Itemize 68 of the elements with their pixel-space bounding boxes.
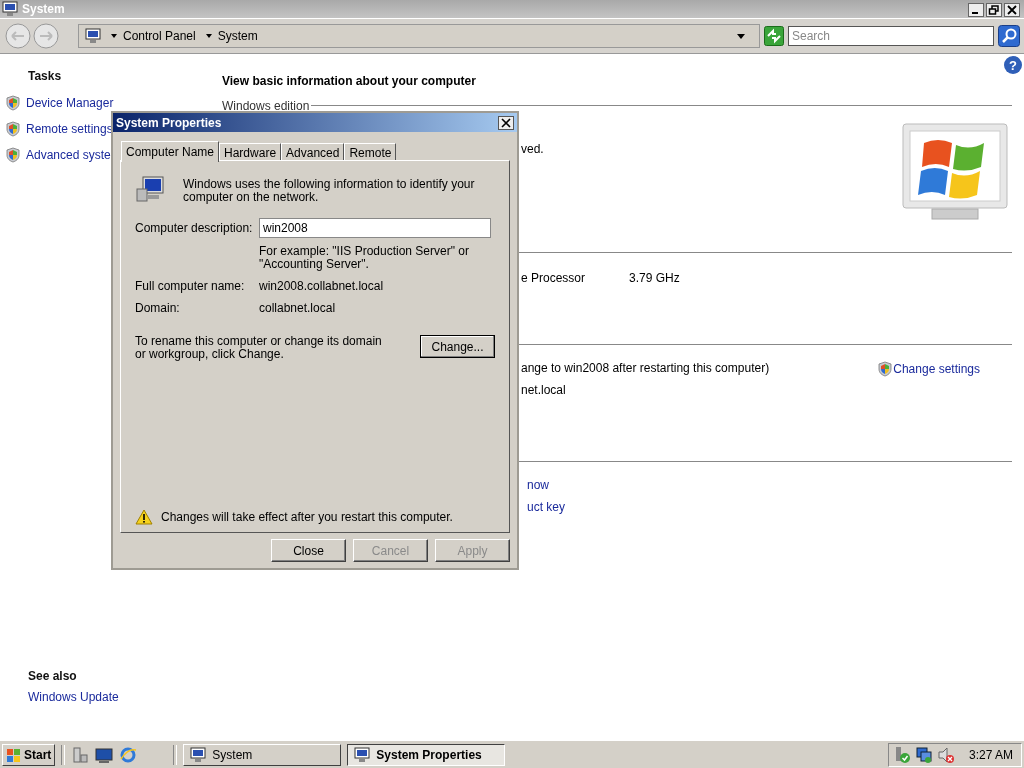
- info-text: net.local: [521, 383, 566, 397]
- intro-text: Windows uses the following information to identify your computer on the network.: [183, 176, 476, 204]
- computer-icon: [2, 1, 18, 17]
- info-text: ved.: [521, 142, 544, 156]
- refresh-icon[interactable]: [764, 26, 784, 46]
- computer-icon: [354, 746, 371, 763]
- close-icon[interactable]: [498, 115, 514, 130]
- action-link[interactable]: now: [527, 478, 549, 492]
- see-also-heading: See also: [28, 669, 78, 683]
- field-label: Full computer name:: [135, 279, 246, 293]
- windows-flag-icon: [6, 746, 22, 763]
- shield-icon: [878, 361, 893, 377]
- tasks-heading: Tasks: [28, 69, 63, 83]
- taskbar-button[interactable]: System Properties: [347, 743, 506, 766]
- search-icon[interactable]: [998, 25, 1020, 47]
- computer-icon: [190, 746, 207, 763]
- breadcrumb[interactable]: System: [203, 29, 258, 43]
- computer-icon: [135, 175, 165, 203]
- window-title: System: [22, 2, 65, 16]
- dropdown-arrow-icon[interactable]: [737, 33, 745, 39]
- desktop-icon[interactable]: [95, 745, 114, 764]
- browser-icon[interactable]: [119, 745, 138, 764]
- section-title: Windows edition: [222, 98, 311, 113]
- server-icon[interactable]: [71, 745, 90, 764]
- page-heading: View basic information about your computer: [222, 74, 477, 88]
- tab[interactable]: Computer Name: [121, 141, 220, 162]
- restore-icon[interactable]: [986, 2, 1002, 17]
- dialog-title: System Properties: [116, 115, 223, 130]
- search-field[interactable]: Search: [788, 26, 994, 46]
- info-value: 3.79 GHz: [629, 271, 680, 285]
- change-button[interactable]: Change...: [420, 335, 495, 358]
- breadcrumb[interactable]: Control Panel: [109, 29, 196, 43]
- tab[interactable]: Hardware: [219, 143, 282, 161]
- field-label: Computer description:: [135, 221, 254, 235]
- hint-text: For example: "IIS Production Server" or "Accounting Server".: [259, 245, 470, 271]
- warning-icon: [135, 509, 153, 525]
- task-link[interactable]: Advanced syste: [26, 148, 111, 162]
- clock: 3:27 AM: [968, 747, 1013, 762]
- rename-text: To rename this computer or change its domain or workgroup, click Change.: [135, 335, 383, 361]
- speaker-muted-icon[interactable]: [936, 745, 955, 764]
- field-value: win2008.collabnet.local: [259, 279, 384, 293]
- close-icon[interactable]: [1004, 2, 1020, 17]
- info-text: ange to win2008 after restarting this computer): [521, 361, 770, 375]
- action-link[interactable]: uct key: [527, 500, 565, 514]
- shield-icon: [6, 147, 20, 163]
- tab[interactable]: Advanced: [281, 143, 345, 161]
- info-label: e Processor: [521, 271, 586, 285]
- caret-icon: [205, 34, 212, 38]
- shield-icon: [6, 121, 20, 137]
- address-field[interactable]: Control Panel System: [78, 24, 760, 48]
- field-label: Domain:: [135, 301, 181, 315]
- network-icon[interactable]: [914, 745, 933, 764]
- task-link[interactable]: Device Manager: [26, 96, 114, 110]
- shield-icon: [6, 95, 20, 111]
- start-button[interactable]: Start: [2, 743, 56, 766]
- description-field[interactable]: win2008: [259, 218, 491, 238]
- change-settings-link[interactable]: Change settings: [893, 362, 980, 376]
- minimize-icon[interactable]: [968, 2, 984, 17]
- caret-icon: [111, 34, 117, 38]
- see-also-link[interactable]: Windows Update: [28, 690, 119, 704]
- tab[interactable]: Remote: [344, 143, 397, 161]
- computer-icon: [85, 28, 101, 44]
- warning-text: Changes will take effect after you restart this computer.: [161, 510, 453, 524]
- help-button[interactable]: ?: [1004, 56, 1022, 74]
- dialog-button[interactable]: Close: [271, 539, 346, 562]
- task-link[interactable]: Remote settings: [26, 122, 113, 136]
- field-value: collabnet.local: [259, 301, 336, 315]
- taskbar-button[interactable]: System: [183, 743, 342, 766]
